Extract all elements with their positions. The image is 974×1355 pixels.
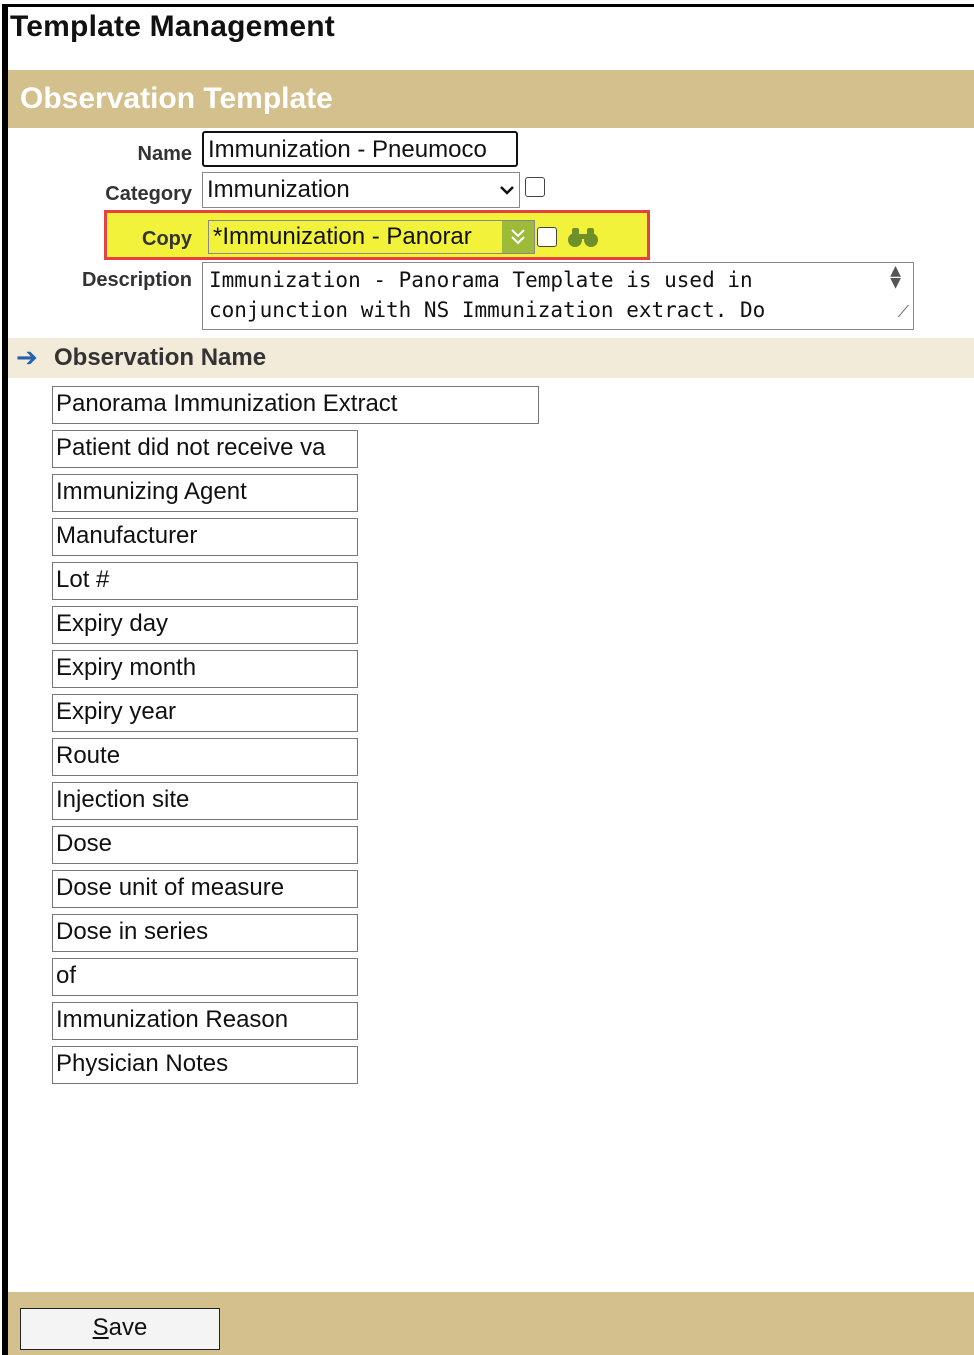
save-button[interactable]: Save xyxy=(20,1308,220,1350)
observation-field[interactable]: Dose in series xyxy=(52,914,358,952)
category-checkbox[interactable] xyxy=(525,177,545,197)
footer-bar: Save xyxy=(8,1292,974,1355)
observation-field[interactable]: Expiry year xyxy=(52,694,358,732)
observation-field[interactable]: Injection site xyxy=(52,782,358,820)
observation-field[interactable]: Dose unit of measure xyxy=(52,870,358,908)
observation-header: ➔ Observation Name xyxy=(8,338,974,378)
copy-select-value: *Immunization - Panorar xyxy=(213,223,472,250)
copy-label: Copy xyxy=(142,228,192,250)
page-title: Template Management xyxy=(10,10,335,43)
observation-field[interactable]: Immunization Reason xyxy=(52,1002,358,1040)
description-text: Immunization - Panorama Template is used… xyxy=(209,268,766,322)
observation-field[interactable]: Route xyxy=(52,738,358,776)
copy-select[interactable]: *Immunization - Panorar xyxy=(208,220,535,254)
observation-field[interactable]: of xyxy=(52,958,358,996)
observation-field[interactable]: Expiry day xyxy=(52,606,358,644)
category-select[interactable]: Immunization xyxy=(202,172,520,208)
observation-field[interactable]: Panorama Immunization Extract xyxy=(52,386,539,424)
double-chevron-down-icon[interactable] xyxy=(502,221,534,253)
binoculars-icon[interactable] xyxy=(567,226,599,253)
save-button-accesskey: S xyxy=(92,1314,109,1341)
category-label: Category xyxy=(105,183,192,205)
observation-field[interactable]: Physician Notes xyxy=(52,1046,358,1084)
description-textarea[interactable]: Immunization - Panorama Template is used… xyxy=(202,262,914,330)
name-label: Name xyxy=(137,143,192,165)
description-label: Description xyxy=(81,269,192,291)
save-button-label: ave xyxy=(108,1314,148,1341)
section-header: Observation Template xyxy=(8,70,974,128)
section-title: Observation Template xyxy=(20,82,333,115)
name-input[interactable]: Immunization - Pneumoco xyxy=(202,131,518,167)
scroll-arrows-icon[interactable]: ▲ ▼ xyxy=(890,263,901,292)
category-select-value: Immunization xyxy=(207,176,350,203)
arrow-right-icon: ➔ xyxy=(16,342,38,372)
observation-field[interactable]: Manufacturer xyxy=(52,518,358,556)
observation-header-title: Observation Name xyxy=(54,344,267,371)
copy-checkbox[interactable] xyxy=(537,227,557,247)
observation-field[interactable]: Lot # xyxy=(52,562,358,600)
observation-field[interactable]: Dose xyxy=(52,826,358,864)
observation-field[interactable]: Expiry month xyxy=(52,650,358,688)
observation-field[interactable]: Immunizing Agent xyxy=(52,474,358,512)
observation-list: Panorama Immunization Extract Patient di… xyxy=(52,386,539,1090)
resize-handle-icon[interactable]: ⟋ xyxy=(898,297,909,327)
observation-field[interactable]: Patient did not receive va xyxy=(52,430,358,468)
chevron-down-icon xyxy=(499,173,515,207)
